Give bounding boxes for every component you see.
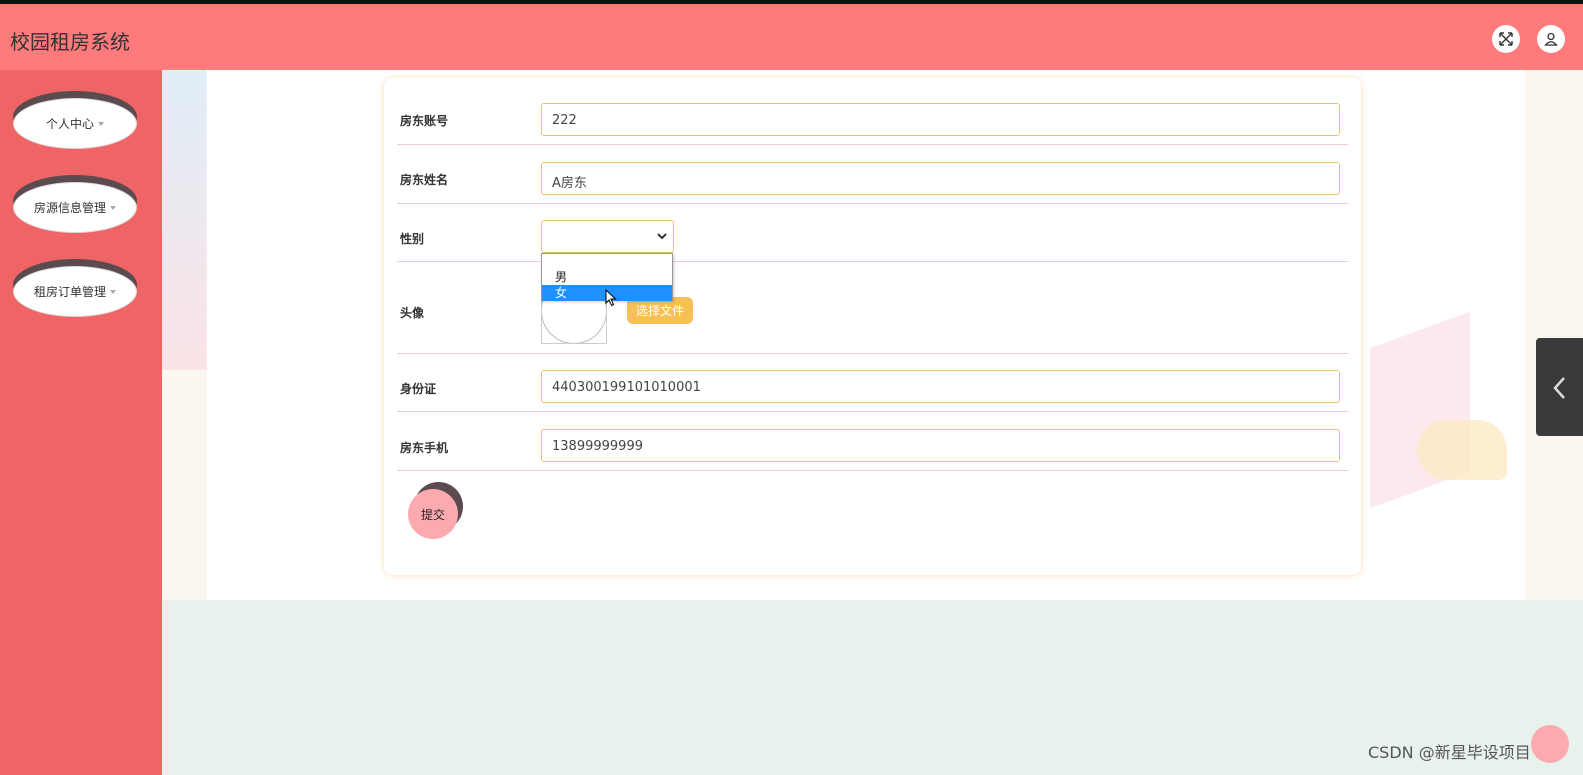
field-label: 头像 — [400, 306, 425, 320]
mouse-cursor-icon — [605, 289, 617, 307]
sidebar: 个人中心 房源信息管理 租房订单管理 — [0, 70, 162, 775]
caret-down-icon — [110, 205, 116, 210]
landlord-account-input[interactable]: 222 — [541, 103, 1340, 136]
landlord-name-input[interactable]: A房东 — [541, 162, 1340, 195]
landlord-form-card: 房东账号 222 房东姓名 A房东 性别 头像 选择文件 身份证 4403001… — [384, 78, 1361, 575]
sidebar-item-personal-center[interactable]: 个人中心 — [13, 91, 137, 149]
phone-input[interactable]: 13899999999 — [541, 429, 1340, 462]
form-row-gender: 性别 — [397, 204, 1348, 262]
gender-option-male[interactable]: 男 — [542, 269, 672, 285]
menu-face[interactable]: 个人中心 — [13, 98, 137, 149]
choose-file-button[interactable]: 选择文件 — [627, 297, 693, 324]
floating-action-button[interactable] — [1531, 725, 1569, 763]
chevron-left-icon — [1553, 377, 1565, 399]
watermark-text: CSDN @新星毕设项目 — [1368, 743, 1531, 762]
sidebar-item-label: 个人中心 — [45, 117, 94, 131]
form-row-avatar: 头像 选择文件 — [397, 262, 1348, 354]
form-row-name: 房东姓名 A房东 — [397, 145, 1348, 204]
form-row-phone: 房东手机 13899999999 — [397, 412, 1348, 471]
sidebar-item-listing-management[interactable]: 房源信息管理 — [13, 175, 137, 233]
form-row-account: 房东账号 222 — [397, 78, 1348, 145]
gender-select[interactable] — [541, 220, 674, 253]
side-panel-toggle[interactable] — [1536, 338, 1583, 436]
field-label: 房东账号 — [400, 114, 449, 128]
sidebar-item-rental-orders[interactable]: 租房订单管理 — [13, 259, 137, 317]
decorative-shape — [1417, 420, 1507, 480]
menu-face[interactable]: 房源信息管理 — [13, 182, 137, 233]
fullscreen-button[interactable] — [1492, 25, 1520, 53]
submit-button-wrapper: 提交 — [408, 482, 466, 540]
form-row-id-card: 身份证 440300199101010001 — [397, 354, 1348, 412]
submit-button[interactable]: 提交 — [408, 489, 458, 539]
caret-down-icon — [110, 289, 116, 294]
sidebar-item-label: 房源信息管理 — [33, 201, 106, 215]
field-label: 房东手机 — [400, 441, 449, 455]
decorative-shape — [162, 70, 207, 370]
field-label: 性别 — [400, 232, 425, 246]
user-icon — [1544, 32, 1558, 46]
sidebar-item-label: 租房订单管理 — [33, 285, 106, 299]
fullscreen-icon — [1499, 32, 1513, 46]
caret-down-icon — [98, 121, 104, 126]
menu-face[interactable]: 租房订单管理 — [13, 266, 137, 317]
id-card-input[interactable]: 440300199101010001 — [541, 370, 1340, 403]
user-button[interactable] — [1537, 25, 1565, 53]
app-header: 校园租房系统 — [0, 4, 1583, 70]
chevron-down-icon — [657, 233, 667, 240]
field-label: 身份证 — [400, 382, 437, 396]
app-title: 校园租房系统 — [10, 30, 130, 54]
field-label: 房东姓名 — [400, 173, 449, 187]
